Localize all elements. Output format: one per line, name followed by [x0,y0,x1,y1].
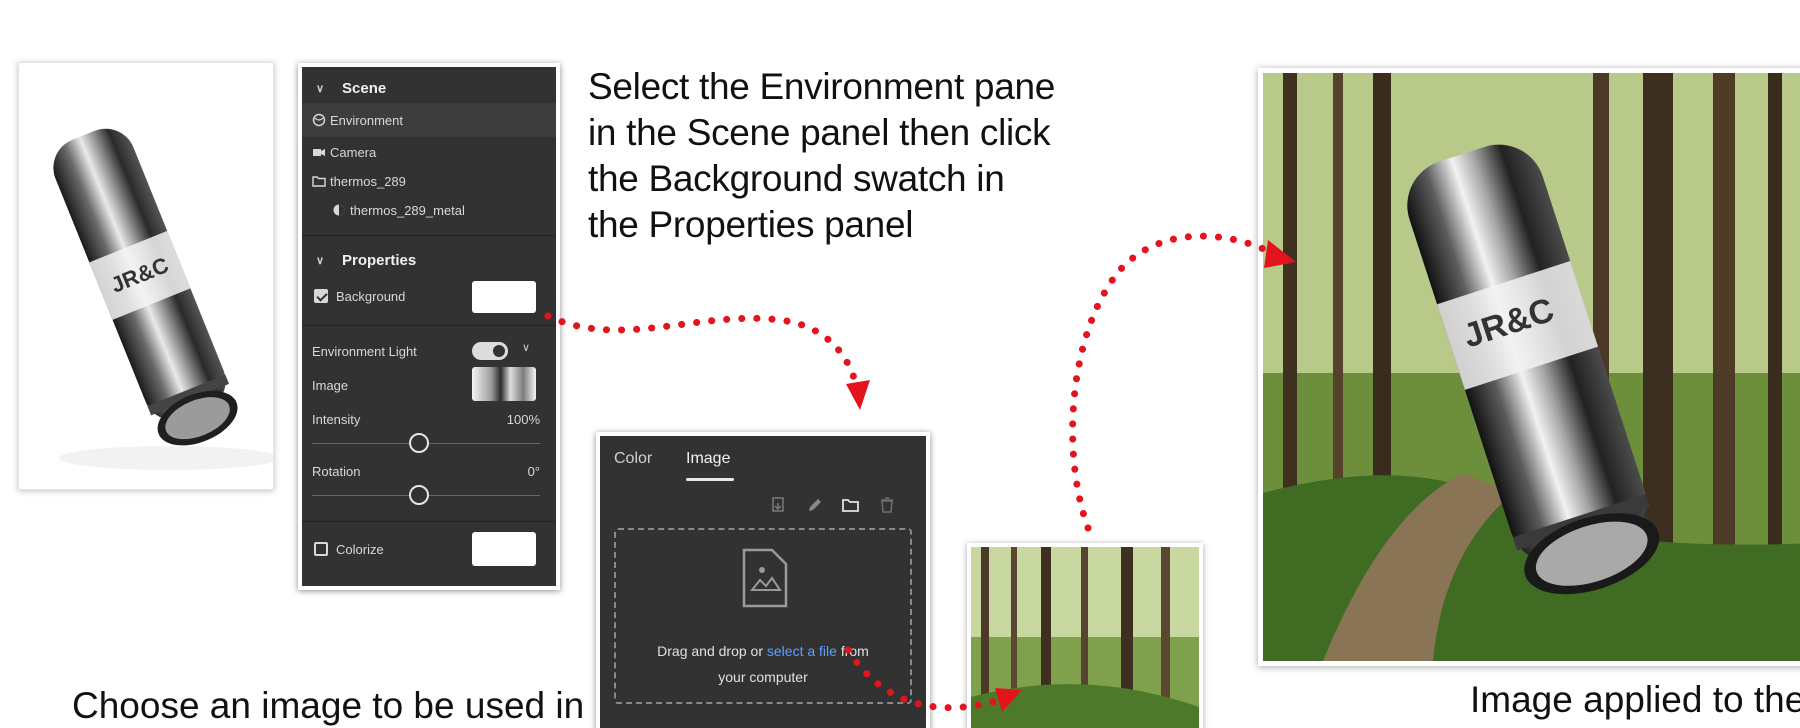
scene-item-thermos[interactable]: thermos_289 [302,166,556,196]
scene-item-label: thermos_289_metal [350,202,465,218]
delete-icon[interactable] [878,496,896,514]
folder-icon [312,176,326,187]
scene-item-environment[interactable]: Environment [302,103,556,137]
thermos-render-white: JR&C [18,62,274,490]
instruction-line: the Background swatch in [588,158,1005,199]
background-label: Background [336,288,406,304]
material-icon [333,204,345,216]
instruction-line: the Properties panel [588,204,914,245]
image-file-icon [742,548,788,608]
scene-item-label: Camera [330,144,377,160]
colorize-color-swatch[interactable] [472,532,536,566]
rotation-label: Rotation [312,463,361,479]
arrow-path-swatch-to-dialog [544,312,860,389]
scene-item-camera[interactable]: Camera [302,137,556,167]
chevron-down-icon: ∨ [316,82,325,95]
properties-section-header[interactable]: ∨ Properties [302,247,556,273]
properties-header-label: Properties [342,251,417,269]
open-folder-icon[interactable] [842,496,860,514]
instruction-line: in the Scene panel then click [588,112,1051,153]
drop-text-line2: your computer [718,669,808,685]
environment-image-thumbnail[interactable] [472,367,536,401]
drop-text-after: from [836,643,869,659]
arrowhead [846,380,870,410]
select-file-link[interactable]: select a file [767,643,837,659]
colorize-label: Colorize [336,541,384,557]
chevron-down-icon[interactable]: ∨ [522,341,530,354]
tab-color[interactable]: Color [614,450,652,468]
arrow-path-thumb-to-result [1069,232,1280,532]
instruction-line: Select the Environment pane [588,66,1056,107]
rotation-value: 0° [527,463,540,479]
forest-image-thumbnail [967,543,1203,728]
intensity-slider-knob[interactable] [409,433,430,453]
instruction-image-applied: Image applied to the [1470,679,1800,720]
environment-light-row: Environment Light [302,339,556,363]
background-color-swatch[interactable] [472,281,536,313]
background-checkbox[interactable] [314,289,328,303]
import-icon[interactable] [770,496,788,514]
scene-item-label: Environment [330,112,403,128]
rotation-slider-knob[interactable] [409,485,430,505]
scene-header-label: Scene [342,79,387,97]
intensity-row: Intensity 100% [302,407,556,431]
scene-item-label: thermos_289 [330,173,406,189]
colorize-checkbox[interactable] [314,542,328,556]
intensity-label: Intensity [312,411,361,427]
panel-divider [302,521,556,522]
chevron-down-icon: ∨ [316,254,325,267]
panel-divider [302,235,556,236]
environment-light-toggle[interactable] [472,342,508,360]
scene-item-thermos-metal[interactable]: thermos_289_metal [302,195,556,225]
camera-icon [313,149,325,156]
edit-icon[interactable] [806,496,824,514]
result-render-forest: JR&C [1258,68,1800,666]
environment-icon [312,113,326,127]
rotation-row: Rotation 0° [302,459,556,483]
drop-text-before: Drag and drop or [657,643,767,659]
thermos-on-forest-photo: JR&C [1263,73,1800,661]
environment-light-label: Environment Light [312,343,417,359]
instruction-select-environment: Select the Environment pane in the Scene… [588,64,1058,248]
instruction-choose-image: Choose an image to be used in [72,685,585,726]
active-tab-indicator [686,478,734,481]
drop-instructions: Drag and drop or select a file from your… [616,638,910,690]
color-image-dialog: Color Image Drag and drop or select a fi… [596,432,930,728]
scene-section-header[interactable]: ∨ Scene [302,75,556,101]
image-label: Image [312,377,349,393]
forest-photo [971,547,1199,728]
file-drop-zone[interactable]: Drag and drop or select a file from your… [614,528,912,704]
panel-divider [302,325,556,326]
intensity-value: 100% [506,411,540,427]
tab-image[interactable]: Image [686,450,730,468]
thermos-illustration: JR&C [53,128,273,470]
scene-properties-panel: ∨ Scene Environment Camera thermos_289 t… [298,63,560,590]
